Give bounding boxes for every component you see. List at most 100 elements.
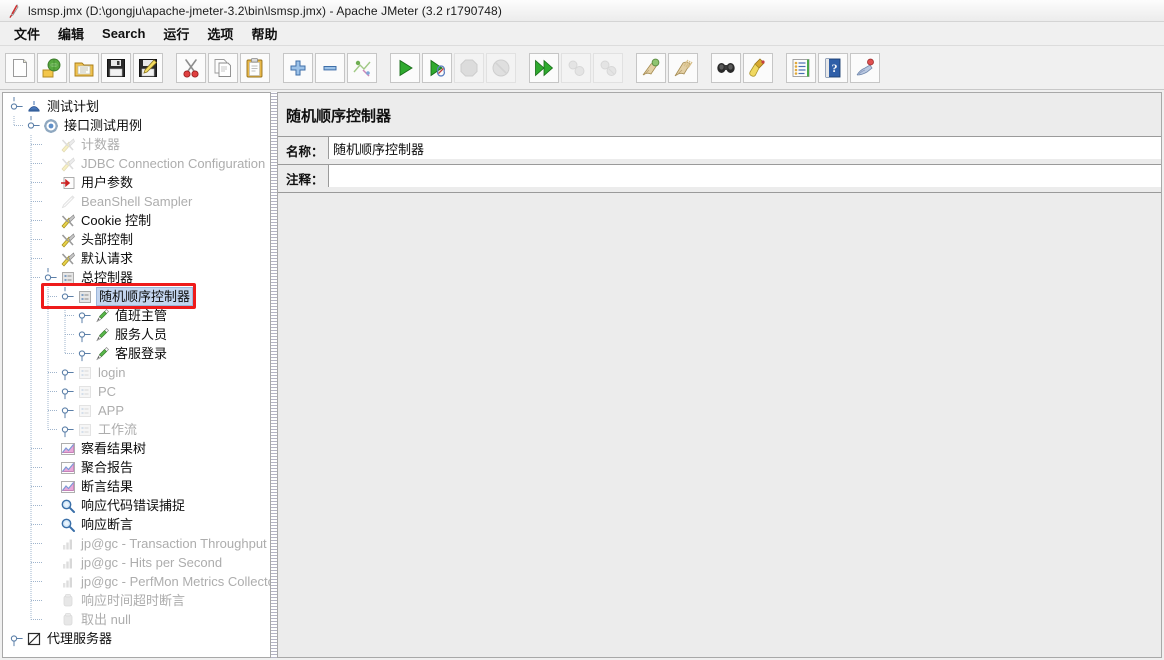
tree-expand-handle-icon[interactable]	[77, 344, 93, 363]
tree-node-aggregate-report[interactable]: 聚合报告	[3, 458, 270, 477]
test-plan-tree-panel[interactable]: 测试计划 接口测试用例 计数器 JDBC Connection Configur…	[2, 92, 270, 658]
start-icon[interactable]	[390, 52, 420, 83]
tree-node-counter[interactable]: 计数器	[3, 135, 270, 154]
new-document-icon[interactable]	[5, 52, 35, 83]
tree-collapse-handle-icon[interactable]	[60, 287, 76, 306]
tree-node-label: 响应断言	[81, 517, 134, 532]
paste-icon[interactable]	[240, 52, 270, 83]
collapse-all-icon[interactable]	[315, 52, 345, 83]
toolbar-separator	[169, 55, 170, 81]
tree-node-view-results-tree[interactable]: 察看结果树	[3, 439, 270, 458]
tree-node-http-defaults[interactable]: 默认请求	[3, 249, 270, 268]
tree-node-label: 响应时间超时断言	[81, 593, 186, 608]
save-icon[interactable]	[101, 52, 131, 83]
reset-search-icon[interactable]	[743, 52, 773, 83]
test-plan-tree[interactable]: 测试计划 接口测试用例 计数器 JDBC Connection Configur…	[3, 93, 270, 648]
templates-icon[interactable]	[37, 52, 67, 83]
tree-node-service-staff[interactable]: 服务人员	[3, 325, 270, 344]
tree-node-random-order-controller[interactable]: 随机顺序控制器	[3, 287, 270, 306]
tree-node-transaction-throughput[interactable]: jp@gc - Transaction Throughput vs	[3, 534, 270, 553]
menu-bar: 文件 编辑 Search 运行 选项 帮助	[0, 22, 1164, 46]
tree-node-main-controller[interactable]: 总控制器	[3, 268, 270, 287]
name-input[interactable]	[328, 137, 1161, 159]
tree-node-label: APP	[98, 403, 125, 418]
name-field-row: 名称：	[278, 136, 1161, 164]
config-element-icon	[59, 250, 76, 267]
timer-icon	[59, 592, 76, 609]
tree-collapse-handle-icon[interactable]	[26, 116, 42, 135]
toggle-icon[interactable]	[347, 52, 377, 83]
menu-search[interactable]: Search	[94, 23, 153, 44]
copy-icon[interactable]	[208, 52, 238, 83]
toolbar-separator	[779, 55, 780, 81]
tree-expand-handle-icon[interactable]	[60, 382, 76, 401]
tree-node-label: 察看结果树	[81, 441, 147, 456]
save-as-icon[interactable]	[133, 52, 163, 83]
tree-node-jdbc-connection-configuration[interactable]: JDBC Connection Configuration	[3, 154, 270, 173]
help-book-icon[interactable]: ?	[818, 52, 848, 83]
whats-this-icon[interactable]	[850, 52, 880, 83]
controller-icon	[76, 364, 93, 381]
tree-node-login[interactable]: login	[3, 363, 270, 382]
expand-all-icon[interactable]	[283, 52, 313, 83]
search-icon[interactable]	[711, 52, 741, 83]
comment-field-label: 注释：	[278, 165, 328, 192]
listener-icon	[59, 440, 76, 457]
tree-expand-handle-icon[interactable]	[60, 420, 76, 439]
tree-node-assertion-results[interactable]: 断言结果	[3, 477, 270, 496]
menu-help[interactable]: 帮助	[243, 21, 285, 46]
tree-node-workflow[interactable]: 工作流	[3, 420, 270, 439]
tree-node-pc[interactable]: PC	[3, 382, 270, 401]
tree-node-thread-group[interactable]: 接口测试用例	[3, 116, 270, 135]
tree-node-perfmon-metrics-collector[interactable]: jp@gc - PerfMon Metrics Collector	[3, 572, 270, 591]
tree-node-customer-service-login[interactable]: 客服登录	[3, 344, 270, 363]
assertion-icon	[59, 497, 76, 514]
tree-node-response-code-assertion[interactable]: 响应代码错误捕捉	[3, 496, 270, 515]
open-folder-icon[interactable]	[69, 52, 99, 83]
tree-node-label: 服务人员	[115, 327, 168, 342]
tree-expand-handle-icon[interactable]	[60, 401, 76, 420]
tree-node-response-assertion[interactable]: 响应断言	[3, 515, 270, 534]
tree-collapse-handle-icon[interactable]	[43, 268, 59, 287]
tree-node-test-plan[interactable]: 测试计划	[3, 97, 270, 116]
function-helper-icon[interactable]	[786, 52, 816, 83]
tree-collapse-handle-icon[interactable]	[9, 97, 25, 116]
tree-node-hits-per-second[interactable]: jp@gc - Hits per Second	[3, 553, 270, 572]
controller-icon	[76, 288, 93, 305]
clear-all-icon[interactable]	[668, 52, 698, 83]
panel-splitter[interactable]	[270, 92, 278, 658]
tree-node-label: 工作流	[98, 422, 138, 437]
tree-node-header-manager[interactable]: 头部控制	[3, 230, 270, 249]
controller-icon	[76, 421, 93, 438]
tree-node-label: 取出 null	[81, 612, 131, 627]
tree-node-response-timeout-assertion[interactable]: 响应时间超时断言	[3, 591, 270, 610]
menu-file[interactable]: 文件	[6, 21, 48, 46]
tree-node-duty-supervisor[interactable]: 值班主管	[3, 306, 270, 325]
comment-input[interactable]	[328, 165, 1161, 187]
tree-expand-handle-icon[interactable]	[60, 363, 76, 382]
tree-node-beanshell-sampler[interactable]: BeanShell Sampler	[3, 192, 270, 211]
cut-icon[interactable]	[176, 52, 206, 83]
tree-expand-handle-icon[interactable]	[77, 325, 93, 344]
clear-icon[interactable]	[636, 52, 666, 83]
tree-node-workbench[interactable]: 代理服务器	[3, 629, 270, 648]
config-element-icon	[59, 212, 76, 229]
graph-icon	[59, 573, 76, 590]
tree-node-extract-null[interactable]: 取出 null	[3, 610, 270, 629]
menu-edit[interactable]: 编辑	[50, 21, 92, 46]
tree-node-cookie-manager[interactable]: Cookie 控制	[3, 211, 270, 230]
tree-node-label: jp@gc - Transaction Throughput vs	[81, 536, 270, 551]
menu-options[interactable]: 选项	[199, 21, 241, 46]
tree-node-user-parameters[interactable]: 用户参数	[3, 173, 270, 192]
tree-expand-handle-icon[interactable]	[77, 306, 93, 325]
remote-start-all-icon[interactable]	[529, 52, 559, 83]
toolbar-separator	[276, 55, 277, 81]
tree-expand-handle-icon[interactable]	[9, 629, 25, 648]
menu-run[interactable]: 运行	[155, 21, 197, 46]
tree-node-app[interactable]: APP	[3, 401, 270, 420]
tree-node-label: 响应代码错误捕捉	[81, 498, 186, 513]
graph-icon	[59, 554, 76, 571]
page-title: 随机顺序控制器	[278, 93, 1161, 136]
tree-node-label: 断言结果	[81, 479, 134, 494]
start-no-pauses-icon[interactable]	[422, 52, 452, 83]
